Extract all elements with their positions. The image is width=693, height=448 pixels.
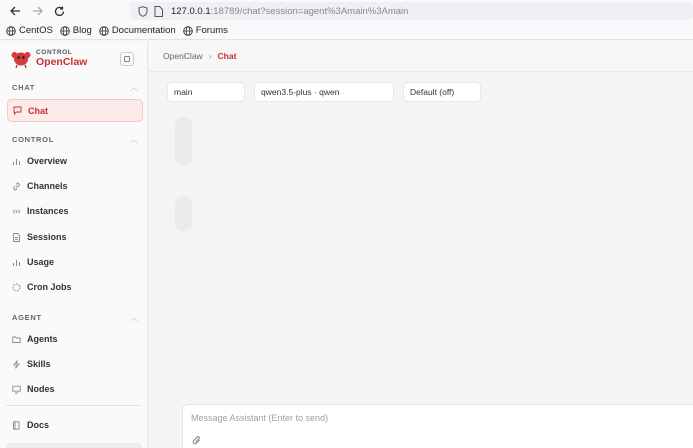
sidebar-item-overview[interactable]: Overview xyxy=(12,152,67,170)
brand-name: OpenClaw xyxy=(36,55,88,68)
chevron-up-icon[interactable]: ︿ xyxy=(130,82,138,93)
globe-icon xyxy=(99,25,109,36)
sidebar-item-label: Sessions xyxy=(27,232,67,242)
message-input[interactable]: Message Assistant (Enter to send) xyxy=(191,413,328,423)
arrow-right-icon xyxy=(32,6,43,16)
sidebar-item-label: Agents xyxy=(27,334,58,344)
bookmark-centos[interactable]: CentOS xyxy=(6,25,53,36)
sidebar-item-label: Cron Jobs xyxy=(27,282,72,292)
sidebar-item-skills[interactable]: Skills xyxy=(12,355,51,373)
loading-placeholder xyxy=(175,196,192,231)
chevron-up-icon[interactable]: ︿ xyxy=(130,134,138,145)
divider xyxy=(6,405,142,406)
reload-button[interactable] xyxy=(48,0,70,22)
sidebar-item-docs[interactable]: Docs xyxy=(12,416,49,434)
sidebar-item-sessions[interactable]: Sessions xyxy=(12,228,67,246)
bar-chart-icon xyxy=(13,158,20,165)
panel-icon xyxy=(124,56,130,62)
bookmark-documentation[interactable]: Documentation xyxy=(99,25,176,36)
bookmarks-bar: CentOS Blog Documentation Forums xyxy=(0,22,693,40)
reload-icon xyxy=(54,6,64,16)
radio-icon xyxy=(13,208,20,214)
shield-icon[interactable] xyxy=(138,5,148,17)
loading-placeholder xyxy=(175,117,192,166)
bar-chart-icon xyxy=(13,259,20,266)
breadcrumb-separator: › xyxy=(208,51,212,61)
document-icon xyxy=(13,232,20,242)
bookmark-label: Forums xyxy=(195,25,228,36)
sidebar-item-instances[interactable]: Instances xyxy=(12,202,69,220)
sidebar: CONTROL OpenClaw CHAT ︿ Chat CONTROL ︿ O… xyxy=(0,41,148,448)
sidebar-item-label: Channels xyxy=(27,181,68,191)
collapse-sidebar-button[interactable] xyxy=(120,52,134,66)
sidebar-item-label: Nodes xyxy=(27,384,55,394)
breadcrumb-root[interactable]: OpenClaw xyxy=(163,51,203,61)
arrow-left-icon xyxy=(9,6,20,16)
url-path: :18789/chat?session=agent%3Amain%3Amain xyxy=(210,5,409,17)
chevron-up-icon[interactable]: ︿ xyxy=(130,312,138,323)
bookmark-blog[interactable]: Blog xyxy=(60,25,92,36)
sidebar-item-label: Overview xyxy=(27,156,68,166)
sidebar-item-label: Skills xyxy=(27,359,51,369)
globe-icon xyxy=(6,25,16,36)
sidebar-item-label: Docs xyxy=(27,420,50,430)
sidebar-item-cron-jobs[interactable]: Cron Jobs xyxy=(12,278,72,296)
bookmark-label: Documentation xyxy=(111,25,176,36)
section-agent-title[interactable]: AGENT xyxy=(12,313,42,322)
brand[interactable]: CONTROL OpenClaw xyxy=(10,47,87,69)
sidebar-item-label: Usage xyxy=(27,257,55,267)
sidebar-footer xyxy=(6,443,142,448)
main-content: OpenClaw › Chat main qwen3.5-plus · qwen… xyxy=(149,41,693,448)
book-icon xyxy=(13,420,20,430)
address-bar[interactable]: 127.0.0.1:18789/chat?session=agent%3Amai… xyxy=(130,2,693,20)
forward-button[interactable] xyxy=(26,0,48,22)
sidebar-item-label: Chat xyxy=(28,105,48,116)
message-composer[interactable]: Message Assistant (Enter to send) xyxy=(182,404,693,448)
breadcrumb-current: Chat xyxy=(217,51,237,61)
url-host: 127.0.0.1 xyxy=(171,5,211,17)
loader-icon xyxy=(12,283,21,291)
globe-icon xyxy=(182,25,193,36)
sidebar-item-agents[interactable]: Agents xyxy=(12,330,58,348)
session-select[interactable]: main xyxy=(167,82,245,102)
breadcrumb: OpenClaw › Chat xyxy=(149,41,693,72)
lobster-logo-icon xyxy=(11,52,31,69)
folder-icon xyxy=(12,336,21,343)
monitor-icon xyxy=(12,385,21,393)
browser-toolbar: 127.0.0.1:18789/chat?session=agent%3Amai… xyxy=(0,0,693,22)
brand-subtitle: CONTROL xyxy=(36,48,73,56)
sidebar-item-usage[interactable]: Usage xyxy=(12,253,54,271)
bookmark-label: Blog xyxy=(72,25,92,36)
thinking-select[interactable]: Default (off) xyxy=(403,82,481,102)
model-select[interactable]: qwen3.5-plus · qwen xyxy=(254,82,394,102)
sidebar-item-channels[interactable]: Channels xyxy=(12,177,68,195)
globe-icon xyxy=(60,25,70,36)
chat-icon xyxy=(13,106,22,115)
back-button[interactable] xyxy=(4,0,26,22)
page-icon xyxy=(154,5,163,17)
sidebar-item-nodes[interactable]: Nodes xyxy=(12,380,55,398)
section-chat-title[interactable]: CHAT xyxy=(12,83,35,92)
link-icon xyxy=(13,182,20,190)
bookmark-forums[interactable]: Forums xyxy=(182,25,228,36)
sidebar-item-chat[interactable]: Chat xyxy=(7,99,143,122)
section-control-title[interactable]: CONTROL xyxy=(12,135,54,144)
bookmark-label: CentOS xyxy=(19,25,53,36)
zap-icon xyxy=(12,359,21,369)
paperclip-icon[interactable] xyxy=(192,435,202,446)
sidebar-item-label: Instances xyxy=(27,206,69,216)
